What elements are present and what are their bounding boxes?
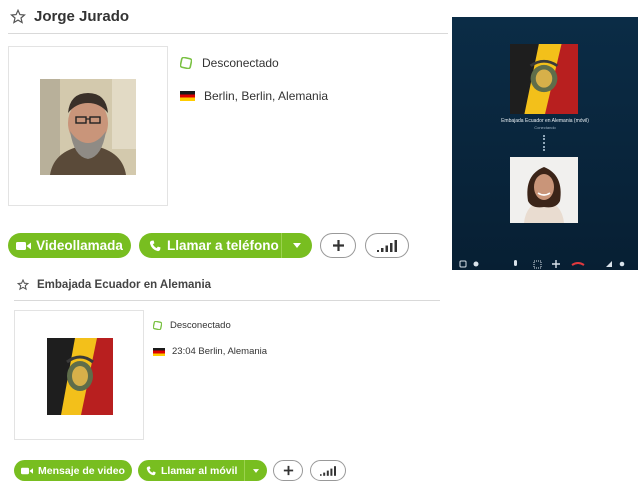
location-text: 23:04 Berlin, Alemania	[172, 346, 268, 357]
call-options-dropdown[interactable]	[281, 233, 312, 258]
location-row: 23:04 Berlin, Alemania	[153, 346, 267, 357]
call-phone-split-button: Llamar a teléfono	[139, 233, 312, 258]
call-phone-label: Llamar a teléfono	[167, 238, 279, 253]
chevron-down-icon	[293, 243, 302, 248]
callee-avatar	[510, 44, 578, 114]
self-video	[510, 157, 578, 223]
call-phone-button[interactable]: Llamar a teléfono	[139, 233, 281, 258]
call-panel: Embajada Ecuador en Alemania (móvil) Con…	[452, 17, 638, 270]
status-row: Desconectado	[152, 320, 231, 331]
call-quality-button[interactable]	[365, 233, 409, 258]
call-options-dropdown[interactable]	[243, 460, 267, 481]
status-row: Desconectado	[179, 56, 279, 70]
avatar-card	[8, 46, 168, 206]
plus-icon	[332, 239, 345, 252]
chevron-down-icon	[252, 468, 259, 473]
avatar-card	[14, 310, 144, 440]
signal-bars-icon	[320, 465, 336, 476]
video-camera-icon	[16, 241, 36, 251]
video-message-label: Mensaje de video	[38, 464, 125, 477]
location-row: Berlin, Berlin, Alemania	[180, 89, 328, 103]
video-message-button[interactable]: Mensaje de video	[14, 460, 132, 481]
video-camera-icon	[21, 467, 38, 475]
call-quality-button[interactable]	[310, 460, 346, 481]
plus-icon	[283, 465, 294, 476]
call-toolbar	[456, 257, 634, 269]
contact-header: Embajada Ecuador en Alemania	[17, 279, 211, 291]
contact-name: Jorge Jurado	[34, 8, 130, 25]
video-call-label: Videollamada	[36, 238, 123, 253]
favorite-star-icon[interactable]	[10, 8, 26, 25]
call-mobile-label: Llamar al móvil	[161, 464, 238, 477]
add-button[interactable]	[273, 460, 303, 481]
contact-header: Jorge Jurado	[10, 8, 129, 25]
callee-name: Embajada Ecuador en Alemania (móvil)	[501, 118, 589, 124]
call-mobile-split-button: Llamar al móvil	[138, 460, 267, 481]
germany-flag-icon	[153, 347, 165, 356]
avatar	[47, 338, 113, 415]
contact-name: Embajada Ecuador en Alemania	[37, 279, 212, 291]
connecting-dots	[543, 135, 547, 151]
call-state: Conectando	[534, 125, 556, 130]
location-text: Berlin, Berlin, Alemania	[204, 89, 329, 103]
add-button[interactable]	[320, 233, 356, 258]
germany-flag-icon	[180, 91, 195, 101]
status-text: Desconectado	[202, 56, 279, 70]
phone-icon	[146, 465, 156, 476]
signal-bars-icon	[377, 239, 397, 252]
offline-status-icon	[152, 320, 163, 331]
offline-status-icon	[179, 56, 193, 70]
video-call-button[interactable]: Videollamada	[8, 233, 131, 258]
status-text: Desconectado	[170, 320, 231, 331]
header-divider	[8, 33, 448, 34]
header-divider	[14, 300, 440, 301]
avatar	[40, 79, 136, 175]
phone-icon	[149, 240, 161, 252]
call-mobile-button[interactable]: Llamar al móvil	[138, 460, 244, 481]
favorite-star-icon[interactable]	[17, 279, 29, 291]
